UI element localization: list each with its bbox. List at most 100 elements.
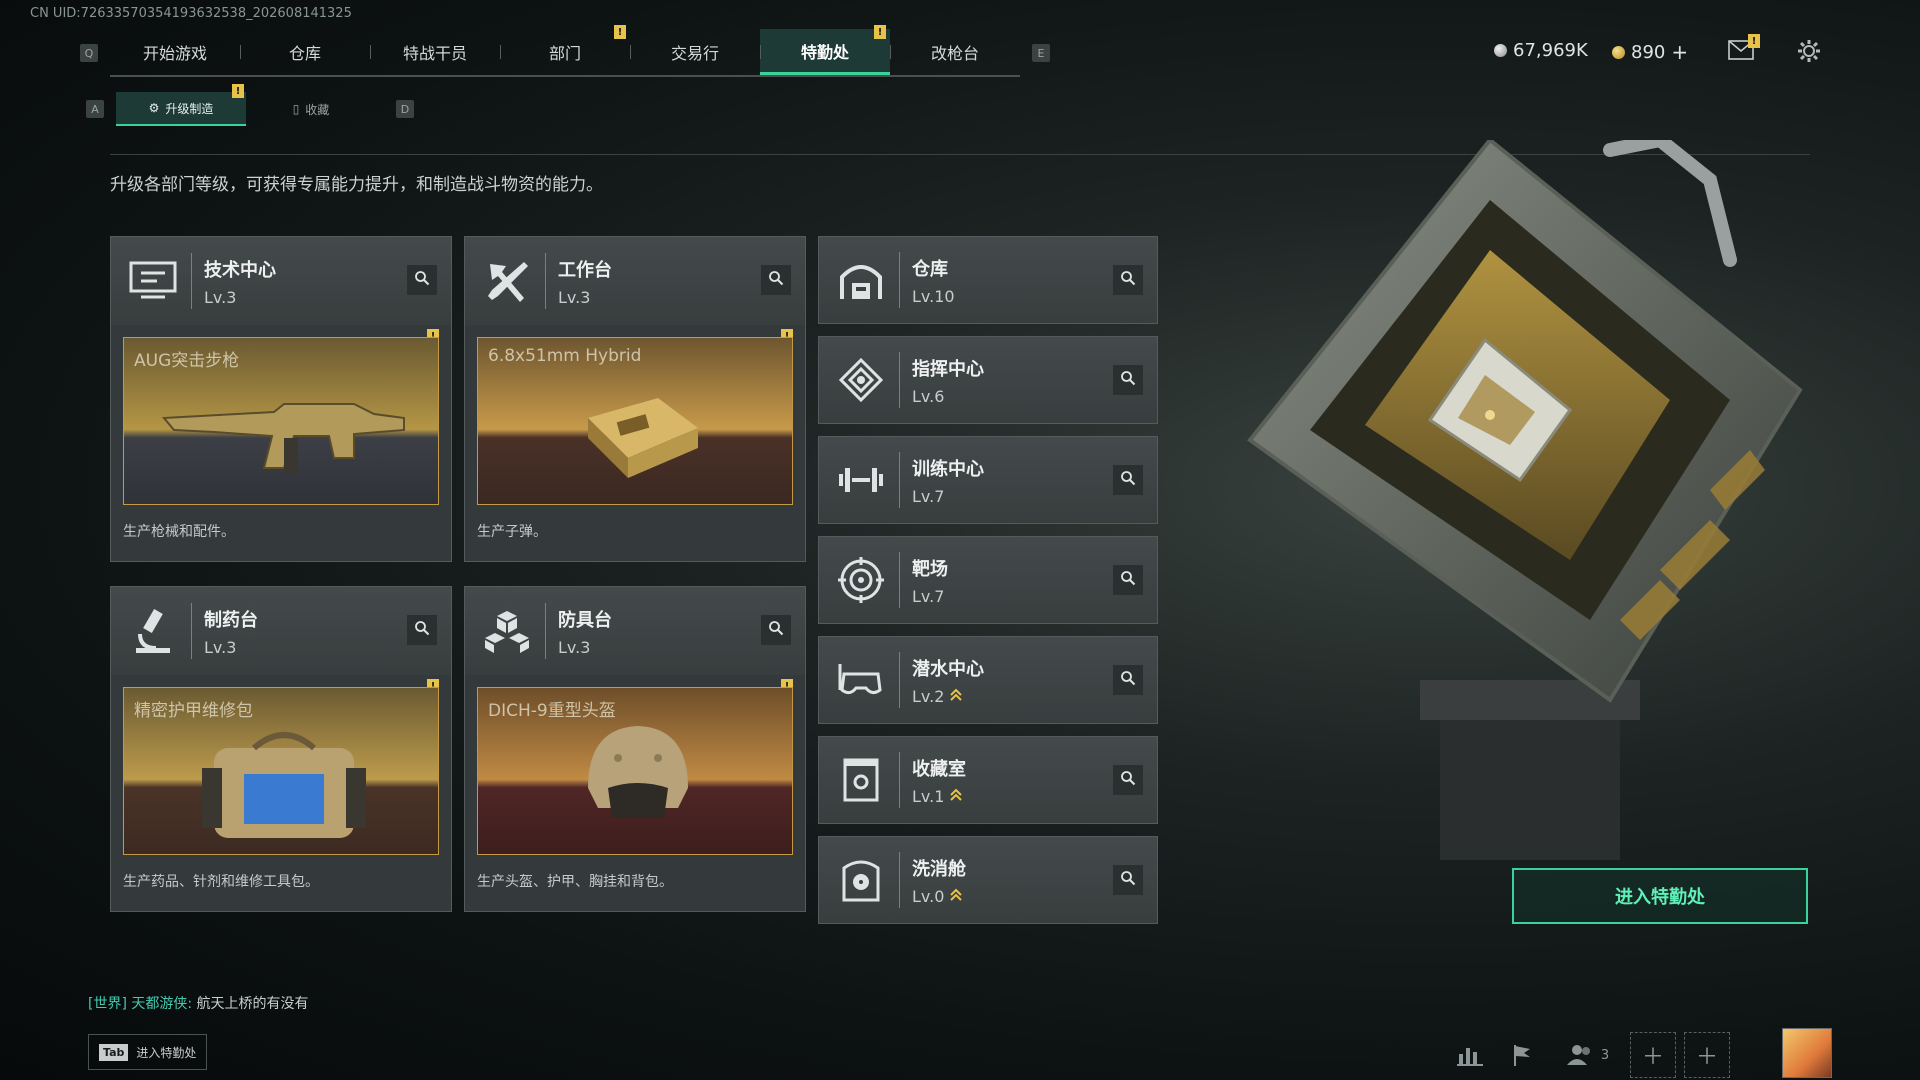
invite-slot-1-button[interactable]: ＋: [1630, 1032, 1676, 1078]
header-divider: [899, 452, 900, 508]
product-description: 生产药品、针剂和维修工具包。: [123, 874, 319, 890]
enter-special-ops-button[interactable]: 进入特勤处: [1512, 868, 1808, 924]
facility-header[interactable]: 仓库 Lv.10: [819, 237, 1157, 323]
gold-currency: 890 +: [1612, 40, 1688, 64]
tab-label: 部门: [548, 44, 581, 63]
search-icon: [768, 620, 784, 640]
product-description: 生产子弹。: [477, 524, 547, 540]
tab-shortcut-hint[interactable]: Tab 进入特勤处: [88, 1034, 208, 1070]
station-card[interactable]: 技术中心 Lv.3 ! AUG突击步枪 生产枪械和配件。: [110, 236, 452, 562]
search-button[interactable]: [407, 265, 437, 295]
add-currency-button[interactable]: +: [1671, 40, 1688, 64]
production-slot[interactable]: ! AUG突击步枪 生产枪械和配件。: [111, 325, 451, 561]
search-button[interactable]: [1113, 665, 1143, 695]
stats-icon[interactable]: [1448, 1033, 1492, 1077]
chat-line[interactable]: [世界] 天都游侠: 航天上桥的有没有: [88, 993, 309, 1013]
tab-2[interactable]: 特战干员: [370, 29, 500, 75]
facility-card[interactable]: 指挥中心 Lv.6: [818, 336, 1158, 424]
microscope-icon: [123, 601, 183, 661]
facility-level: Lv.7: [912, 487, 984, 506]
facility-header[interactable]: 潜水中心 Lv.2: [819, 637, 1157, 723]
search-button[interactable]: [1113, 565, 1143, 595]
facility-level-text: Lv.2: [912, 686, 945, 706]
search-button[interactable]: [761, 265, 791, 295]
station-card[interactable]: 防具台 Lv.3! DICH-9重型头盔 生产头盔、护甲、胸挂和背包。: [464, 586, 806, 912]
station-header[interactable]: 技术中心 Lv.3: [111, 237, 451, 325]
subtab-collection[interactable]: ▯ 收藏: [246, 92, 376, 126]
tab-1[interactable]: 仓库: [240, 29, 370, 75]
friends-count: 3: [1600, 1047, 1610, 1063]
station-card[interactable]: 制药台 Lv.3! 精密护甲维修包 生产药品、针剂和维修工具包。: [110, 586, 452, 912]
search-button[interactable]: [1113, 765, 1143, 795]
search-button[interactable]: [1113, 365, 1143, 395]
chat-message: 航天上桥的有没有: [196, 996, 309, 1012]
tab-6[interactable]: 改枪台: [890, 29, 1020, 75]
header-divider: [899, 752, 900, 808]
search-button[interactable]: [761, 615, 791, 645]
facility-name: 指挥中心: [912, 358, 984, 380]
station-header[interactable]: 工作台 Lv.3: [465, 237, 805, 325]
facility-name: 收藏室: [912, 758, 966, 780]
search-button[interactable]: [1113, 865, 1143, 895]
facility-card[interactable]: 收藏室 Lv.1: [818, 736, 1158, 824]
header-divider: [899, 352, 900, 408]
friends-button[interactable]: 3: [1552, 1033, 1622, 1077]
search-button[interactable]: [1113, 265, 1143, 295]
tab-label: 改枪台: [930, 44, 979, 63]
production-slot[interactable]: ! 6.8x51mm Hybrid 生产子弹。: [465, 325, 805, 561]
product-description: 生产头盔、护甲、胸挂和背包。: [477, 874, 673, 890]
warehouse-icon: [831, 250, 891, 310]
subnav-left-key: A: [86, 100, 104, 118]
facility-header[interactable]: 收藏室 Lv.1: [819, 737, 1157, 823]
page-description: 升级各部门等级，可获得专属能力提升，和制造战斗物资的能力。: [110, 175, 603, 195]
mail-icon[interactable]: !: [1728, 34, 1760, 60]
production-slot[interactable]: ! 精密护甲维修包 生产药品、针剂和维修工具包。: [111, 675, 451, 911]
facility-info: 指挥中心 Lv.6: [912, 355, 984, 406]
product-preview[interactable]: AUG突击步枪: [123, 337, 439, 505]
ammo-box-image: [588, 398, 698, 478]
station-header[interactable]: 制药台 Lv.3: [111, 587, 451, 675]
facility-card[interactable]: 潜水中心 Lv.2: [818, 636, 1158, 724]
special-ops-cube-illustration: [1190, 132, 1850, 860]
invite-slot-2-button[interactable]: ＋: [1684, 1032, 1730, 1078]
tab-5[interactable]: 特勤处!: [760, 25, 890, 75]
facility-level-text: Lv.1: [912, 786, 945, 806]
facility-card[interactable]: 训练中心 Lv.7: [818, 436, 1158, 524]
mail-alert-badge: !: [1748, 34, 1760, 48]
tab-0[interactable]: 开始游戏: [110, 29, 240, 75]
facility-info: 仓库 Lv.10: [912, 255, 955, 306]
facility-name: 训练中心: [912, 458, 984, 480]
facility-header[interactable]: 洗消舱 Lv.0: [819, 837, 1157, 923]
station-level: Lv.3: [204, 288, 276, 307]
dumbbell-icon: [831, 450, 891, 510]
upgrade-chevron-icon: [950, 887, 963, 906]
station-header[interactable]: 防具台 Lv.3: [465, 587, 805, 675]
search-button[interactable]: [407, 615, 437, 645]
player-avatar[interactable]: [1782, 1028, 1832, 1078]
search-button[interactable]: [1113, 465, 1143, 495]
tab-4[interactable]: 交易行: [630, 29, 760, 75]
production-slot[interactable]: ! DICH-9重型头盔 生产头盔、护甲、胸挂和背包。: [465, 675, 805, 911]
tab-3[interactable]: 部门!: [500, 25, 630, 75]
facility-header[interactable]: 训练中心 Lv.7: [819, 437, 1157, 523]
facility-name: 洗消舱: [912, 858, 966, 880]
station-name: 技术中心: [204, 259, 276, 281]
cubes-icon: [477, 601, 537, 661]
station-info: 防具台 Lv.3: [558, 606, 612, 657]
gear-icon[interactable]: [1796, 38, 1822, 64]
facility-header[interactable]: 指挥中心 Lv.6: [819, 337, 1157, 423]
facility-card[interactable]: 仓库 Lv.10: [818, 236, 1158, 324]
station-level: Lv.3: [558, 288, 612, 307]
product-preview[interactable]: 6.8x51mm Hybrid: [477, 337, 793, 505]
target-icon: [831, 550, 891, 610]
facility-header[interactable]: 靶场 Lv.7: [819, 537, 1157, 623]
subtab-upgrade[interactable]: ⚙ 升级制造 !: [116, 84, 246, 126]
facility-card[interactable]: 洗消舱 Lv.0: [818, 836, 1158, 924]
header-divider: [899, 252, 900, 308]
product-preview[interactable]: 精密护甲维修包: [123, 687, 439, 855]
product-preview[interactable]: DICH-9重型头盔: [477, 687, 793, 855]
flag-icon[interactable]: [1500, 1033, 1544, 1077]
monitor-icon: [123, 251, 183, 311]
station-card[interactable]: 工作台 Lv.3! 6.8x51mm Hybrid 生产子弹。: [464, 236, 806, 562]
facility-card[interactable]: 靶场 Lv.7: [818, 536, 1158, 624]
